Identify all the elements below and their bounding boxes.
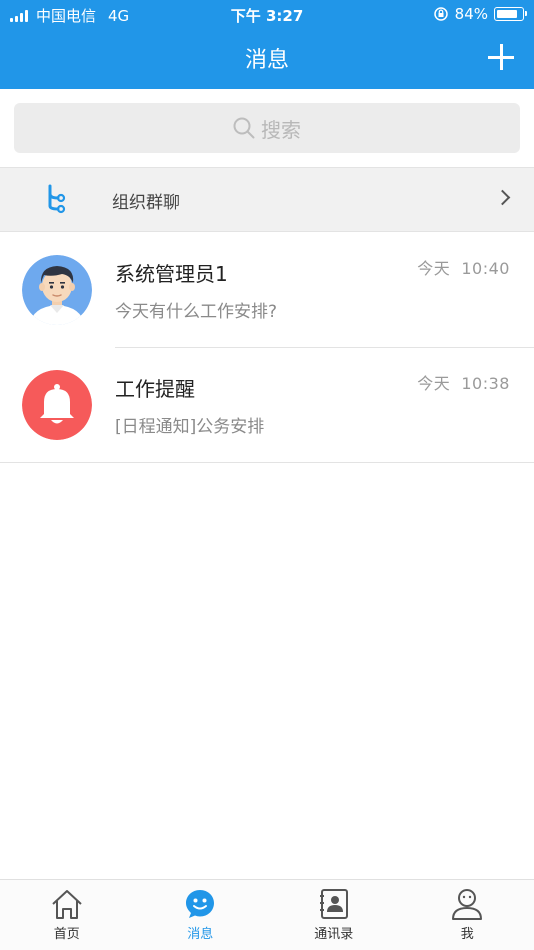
message-item[interactable]: 系统管理员1 今天 10:40 今天有什么工作安排?: [0, 233, 534, 348]
search-section: 搜索: [0, 89, 534, 167]
message-item[interactable]: 工作提醒 今天 10:38 [日程通知]公务安排: [0, 348, 534, 463]
tab-label: 我: [460, 927, 474, 942]
search-icon: [233, 117, 255, 139]
message-time: 今天 10:38: [417, 374, 510, 393]
divider: [0, 462, 534, 463]
contacts-book-icon: [319, 889, 348, 919]
tab-home[interactable]: 首页: [0, 880, 134, 950]
message-time: 今天 10:40: [417, 259, 510, 278]
contact-name: 工作提醒: [115, 377, 195, 401]
orientation-lock-icon: [433, 7, 448, 21]
contact-name: 系统管理员1: [115, 262, 228, 286]
message-preview: [日程通知]公务安排: [115, 417, 265, 437]
tab-label: 通讯录: [314, 927, 354, 942]
app-header: 中国电信 4G 下午 3:27 84% 消息: [0, 0, 534, 89]
battery-percent: 84%: [454, 5, 488, 23]
org-tree-icon: [48, 184, 66, 214]
chat-bubble-icon: [186, 890, 215, 918]
bell-icon: [22, 370, 92, 440]
tab-contacts[interactable]: 通讯录: [267, 880, 401, 950]
tab-label: 消息: [187, 927, 214, 942]
org-group-label: 组织群聊: [112, 193, 180, 213]
person-avatar: [22, 255, 92, 325]
tab-bar: 首页 消息 通讯录 我: [0, 879, 534, 950]
search-placeholder: 搜索: [261, 117, 301, 142]
tab-messages[interactable]: 消息: [134, 880, 268, 950]
battery-icon: [494, 7, 527, 21]
org-group-chat-row[interactable]: 组织群聊: [0, 167, 534, 232]
status-bar: 中国电信 4G 下午 3:27 84%: [0, 0, 534, 28]
home-icon: [52, 890, 82, 919]
message-preview: 今天有什么工作安排?: [115, 302, 278, 322]
tab-profile[interactable]: 我: [401, 880, 534, 950]
page-title: 消息: [244, 48, 289, 73]
profile-icon: [452, 889, 483, 920]
plus-icon[interactable]: [488, 44, 514, 70]
search-input[interactable]: 搜索: [14, 103, 520, 153]
tab-label: 首页: [53, 927, 80, 942]
chevron-right-icon: [494, 189, 511, 206]
